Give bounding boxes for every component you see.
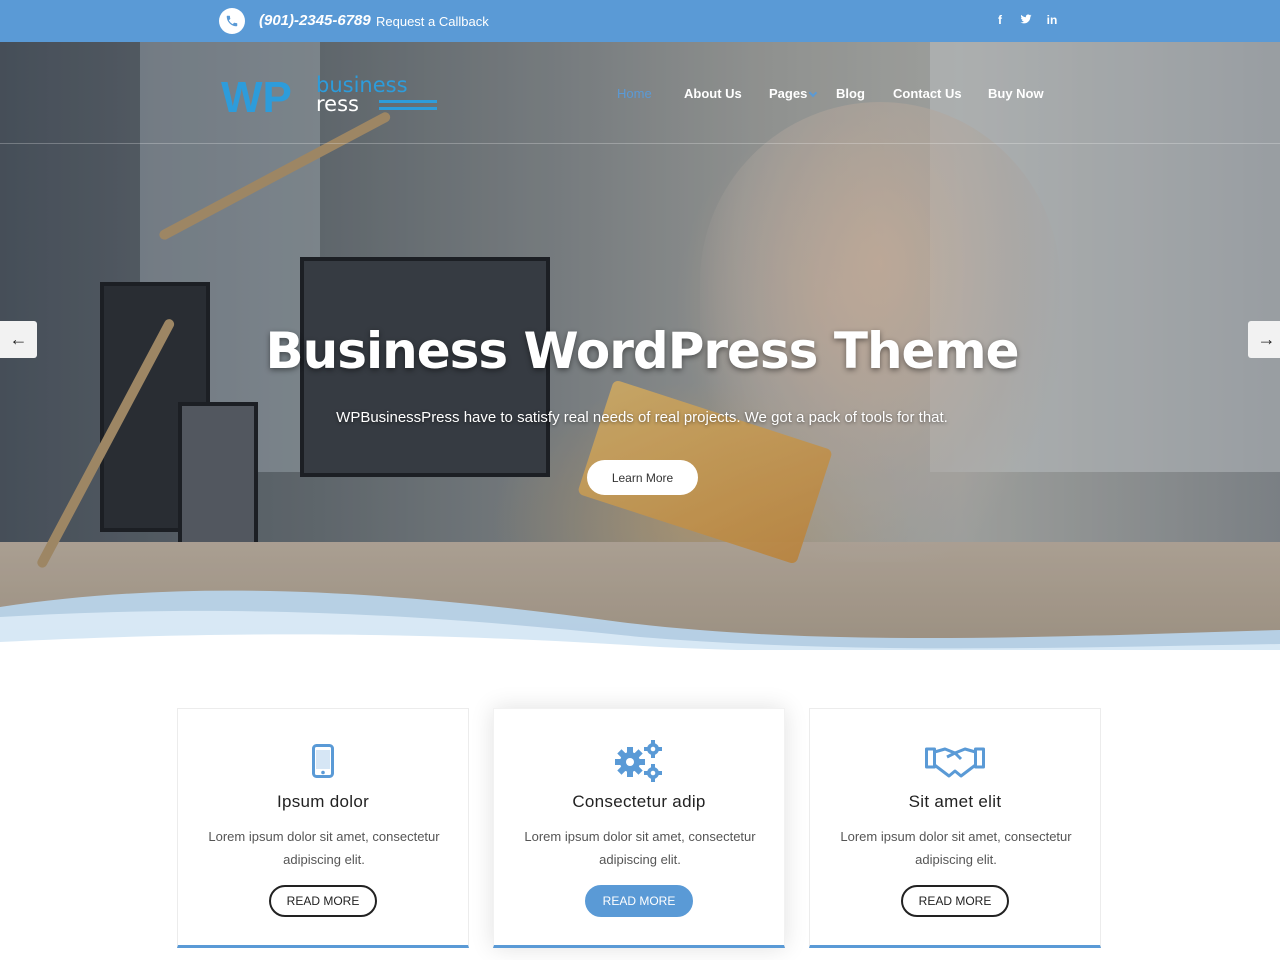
arrow-left-icon: ← xyxy=(9,329,28,349)
nav-about-us[interactable]: About Us xyxy=(684,86,742,101)
linkedin-icon[interactable]: in xyxy=(1046,13,1058,28)
phone-icon[interactable] xyxy=(219,8,245,34)
social-links: f in xyxy=(994,13,1058,28)
header-divider xyxy=(0,143,1280,144)
hero-title: Business WordPress Theme xyxy=(265,322,1020,380)
feature-card: Sit amet elit Lorem ipsum dolor sit amet… xyxy=(809,708,1101,948)
hero-slider: WP business ress Home About Us Pages Blo… xyxy=(0,42,1280,650)
slider-prev-button[interactable]: ← xyxy=(0,321,37,358)
gears-icon xyxy=(615,740,662,782)
handshake-icon xyxy=(925,747,985,778)
facebook-icon[interactable]: f xyxy=(994,13,1006,28)
read-more-button[interactable]: READ MORE xyxy=(269,885,377,917)
top-bar: (901)-2345-6789 Request a Callback f in xyxy=(0,0,1280,42)
nav-pages[interactable]: Pages xyxy=(769,86,807,101)
nav-home[interactable]: Home xyxy=(617,86,652,101)
nav-contact-us[interactable]: Contact Us xyxy=(893,86,962,101)
card-title: Sit amet elit xyxy=(908,792,1002,811)
mobile-phone-icon xyxy=(312,744,334,778)
card-text: Lorem ipsum dolor sit amet, consectetur … xyxy=(208,829,440,867)
learn-more-button[interactable]: Learn More xyxy=(587,460,698,495)
read-more-button[interactable]: READ MORE xyxy=(901,885,1009,917)
card-text: Lorem ipsum dolor sit amet, consectetur … xyxy=(840,829,1072,867)
hero-wave xyxy=(0,590,1280,650)
phone-number[interactable]: (901)-2345-6789 xyxy=(259,12,371,29)
card-title: Ipsum dolor xyxy=(276,792,370,811)
feature-card: Consectetur adip Lorem ipsum dolor sit a… xyxy=(493,708,785,948)
nav-buy-now[interactable]: Buy Now xyxy=(988,86,1044,101)
arrow-right-icon: → xyxy=(1257,329,1276,349)
hero-subtitle: WPBusinessPress have to satisfy real nee… xyxy=(336,409,948,426)
card-title: Consectetur adip xyxy=(572,792,706,811)
card-text: Lorem ipsum dolor sit amet, consectetur … xyxy=(524,829,756,867)
read-more-button[interactable]: READ MORE xyxy=(585,885,693,917)
nav-blog[interactable]: Blog xyxy=(836,86,865,101)
main-nav: Home About Us Pages Blog Contact Us Buy … xyxy=(0,86,1280,102)
request-callback-link[interactable]: Request a Callback xyxy=(376,14,489,29)
twitter-icon[interactable] xyxy=(1020,13,1032,28)
chevron-down-icon[interactable] xyxy=(808,88,818,98)
feature-card: Ipsum dolor Lorem ipsum dolor sit amet, … xyxy=(177,708,469,948)
slider-next-button[interactable]: → xyxy=(1248,321,1280,358)
